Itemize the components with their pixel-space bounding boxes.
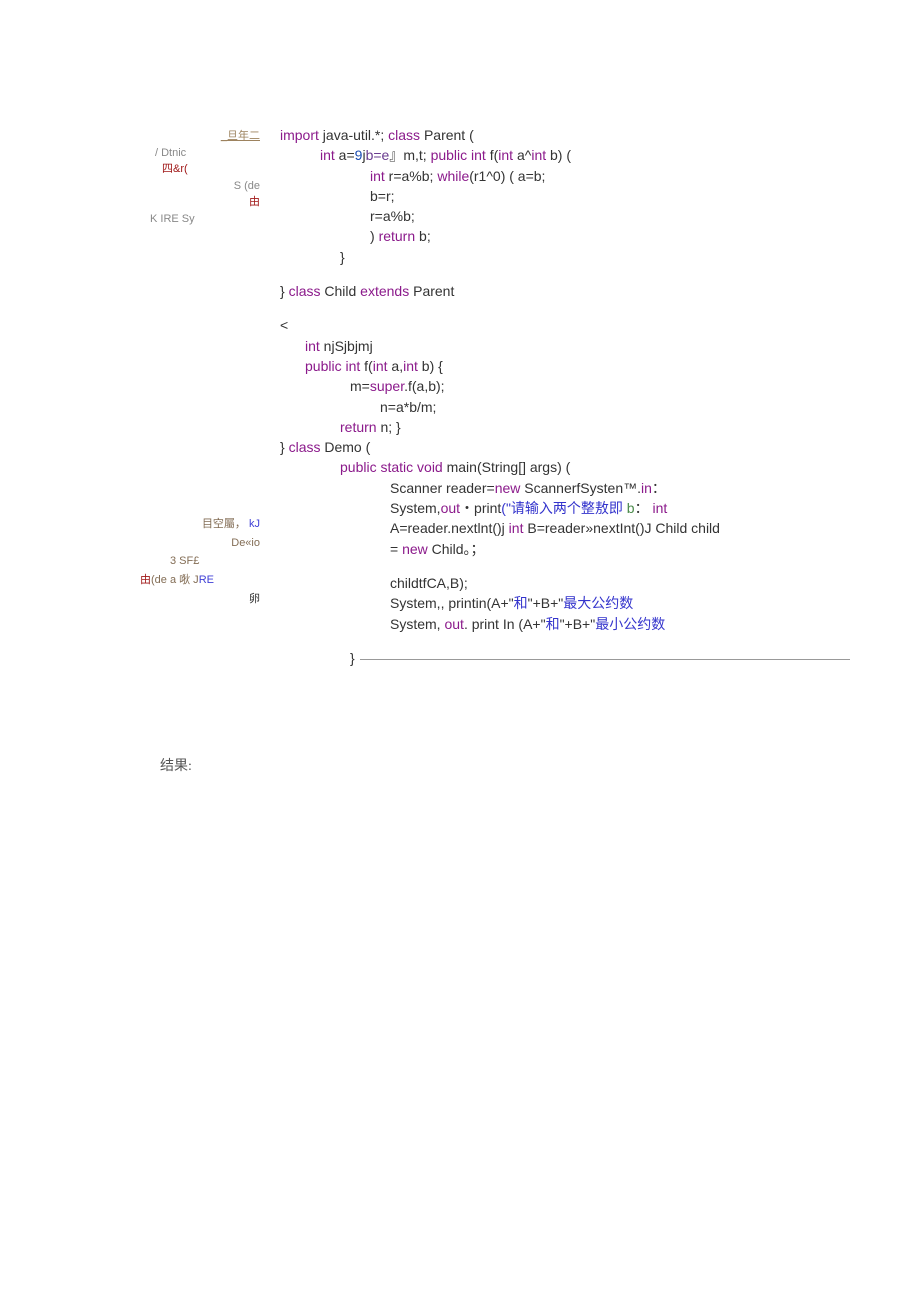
code-line: ) return b; bbox=[280, 226, 860, 246]
code-line: System,out・print("请输入两个整敖即 b： int bbox=[280, 498, 860, 518]
code-line: System,, printin(A+"和"+B+"最大公约数 bbox=[280, 593, 860, 613]
gutter-text: 由(de a 唙 JRE bbox=[120, 571, 260, 590]
code-line: public int f(int a,int b) { bbox=[280, 356, 860, 376]
gutter-text: / Dtnic bbox=[120, 145, 260, 162]
gutter-text: _旦年二 bbox=[120, 128, 260, 145]
code-line: } class Child extends Parent bbox=[280, 281, 860, 301]
gutter-text: 目空屬， kJ bbox=[120, 515, 260, 534]
code-line: int a=9jb=e』m,t; public int f(int a^int … bbox=[280, 145, 860, 165]
gutter-text: 卵 bbox=[120, 590, 260, 609]
code-line: b=r; bbox=[280, 186, 860, 206]
gutter-text: 由 bbox=[120, 194, 260, 211]
code-line: childtfCA,B); bbox=[280, 573, 860, 593]
result-heading: 结果: bbox=[160, 755, 860, 775]
gutter-text: De«io bbox=[120, 534, 260, 553]
code-line: r=a%b; bbox=[280, 206, 860, 226]
code-line: n=a*b/m; bbox=[280, 397, 860, 417]
gutter-text: 四&r( bbox=[120, 161, 260, 178]
code-line: return n; } bbox=[280, 417, 860, 437]
gutter-text: 3 SF£ bbox=[120, 552, 260, 571]
code-line: A=reader.nextlnt()j int B=reader»nextInt… bbox=[280, 518, 860, 538]
code-line: System, out. print In (A+"和"+B+"最小公约数 bbox=[280, 614, 860, 634]
code-line: Scanner reader=new ScannerfSysten™.in： bbox=[280, 478, 860, 498]
code-line: import java-util.*; class Parent ( bbox=[280, 125, 860, 145]
gutter-text: S (de bbox=[120, 178, 260, 195]
document-page: _旦年二 / Dtnic 四&r( S (de 由 K IRE Sy 目空屬， … bbox=[0, 0, 920, 835]
code-line: public static void main(String[] args) ( bbox=[280, 457, 860, 477]
code-line: < bbox=[280, 315, 860, 335]
code-line: m=super.f(a,b); bbox=[280, 376, 860, 396]
code-line: int njSjbjmj bbox=[280, 336, 860, 356]
code-line: } bbox=[280, 247, 860, 267]
divider bbox=[360, 659, 850, 660]
gutter-text: K IRE Sy bbox=[120, 211, 260, 228]
left-gutter-top: _旦年二 / Dtnic 四&r( S (de 由 K IRE Sy bbox=[120, 128, 260, 227]
code-block: import java-util.*; class Parent ( int a… bbox=[280, 125, 860, 668]
code-line: = new Child。； bbox=[280, 539, 860, 559]
code-line: } class Demo ( bbox=[280, 437, 860, 457]
code-line: } bbox=[280, 648, 860, 668]
code-line: int r=a%b; while(r1^0) ( a=b; bbox=[280, 166, 860, 186]
left-gutter-middle: 目空屬， kJ De«io 3 SF£ 由(de a 唙 JRE 卵 bbox=[120, 515, 260, 608]
